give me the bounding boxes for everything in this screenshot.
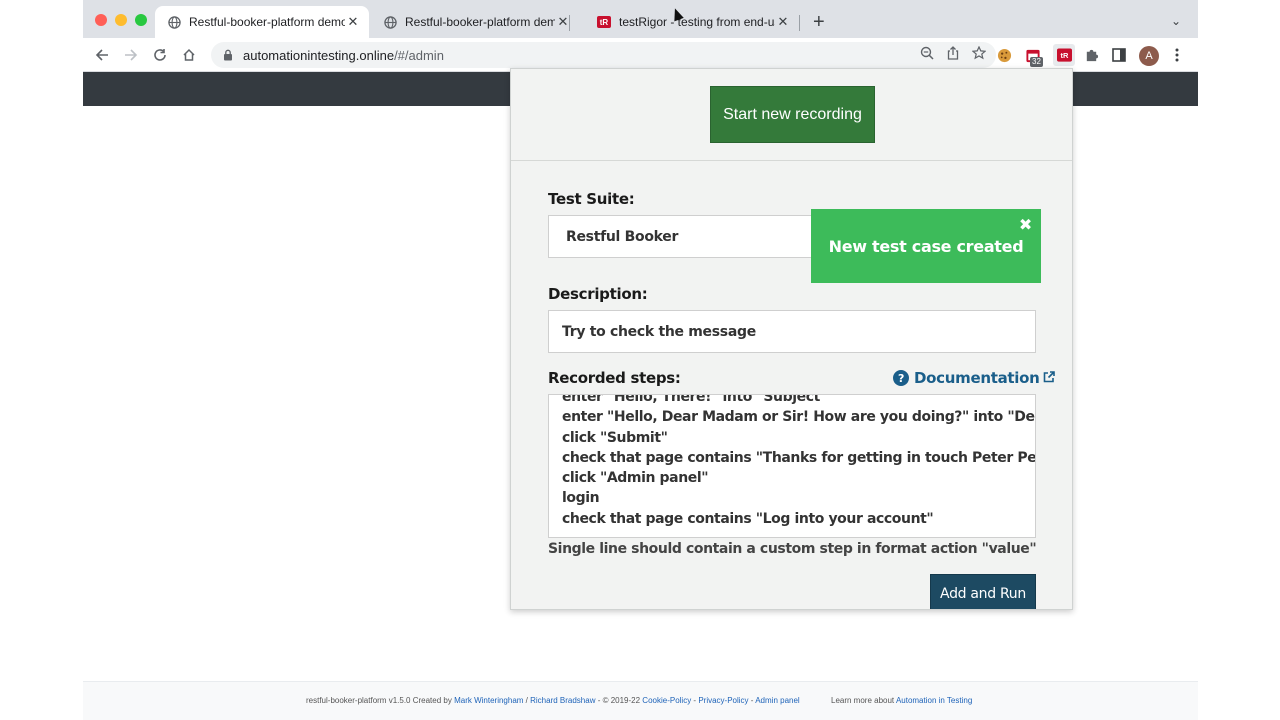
bookmark-star-icon[interactable] xyxy=(971,45,987,63)
window-maximize-button[interactable] xyxy=(135,14,147,26)
success-toast: New test case created ✖ xyxy=(811,209,1041,283)
test-suite-value: Restful Booker xyxy=(566,228,679,245)
extension-count-badge: 32 xyxy=(1030,57,1043,67)
window-close-button[interactable] xyxy=(95,14,107,26)
toast-message: New test case created xyxy=(828,236,1024,256)
step-line: click "Admin panel" xyxy=(562,470,709,487)
footer-copyright: - © 2019-22 xyxy=(595,696,643,705)
testrigor-favicon-icon: tR xyxy=(597,15,611,29)
footer-learn-more: Learn more about Automation in Testing xyxy=(831,696,972,705)
footer-link-cookie[interactable]: Cookie-Policy xyxy=(642,696,691,705)
cookie-extension-icon[interactable] xyxy=(995,46,1013,64)
step-line: check that page contains "Log into your … xyxy=(562,510,934,527)
toast-close-icon[interactable]: ✖ xyxy=(1019,215,1032,234)
url-host: automationintesting.online xyxy=(243,47,395,63)
zoom-icon[interactable] xyxy=(920,46,934,63)
lock-icon xyxy=(221,49,235,61)
test-suite-field[interactable]: Restful Booker xyxy=(548,215,848,258)
step-line: click "Submit" xyxy=(562,429,668,446)
description-value: Try to check the message xyxy=(562,323,756,340)
question-circle-icon: ? xyxy=(893,370,909,386)
puzzle-extensions-icon[interactable] xyxy=(1082,46,1100,64)
tab-title: Restful-booker-platform demo xyxy=(189,15,345,29)
footer-link-author1[interactable]: Mark Winteringham xyxy=(454,696,523,705)
footer-prefix: restful-booker-platform v1.5.0 Created b… xyxy=(306,696,455,705)
footer-credits: restful-booker-platform v1.5.0 Created b… xyxy=(306,696,800,705)
start-new-recording-button[interactable]: Start new recording xyxy=(710,86,875,143)
close-icon[interactable]: ✕ xyxy=(345,14,361,30)
step-line: check that page contains "Thanks for get… xyxy=(562,449,1036,466)
step-line: enter "Hello, There!" into "Subject" xyxy=(562,394,827,405)
tab-title: Restful-booker-platform demo xyxy=(405,15,555,29)
url-path: /#/admin xyxy=(394,47,444,63)
steps-hint: Single line should contain a custom step… xyxy=(548,541,1037,557)
tab-testrigor[interactable]: tR testRigor - testing from end-us ✕ xyxy=(585,6,799,38)
testrigor-logo: tR xyxy=(597,16,611,28)
footer-link-ait[interactable]: Automation in Testing xyxy=(896,696,972,705)
test-suite-label: Test Suite: xyxy=(548,190,635,208)
share-icon[interactable] xyxy=(946,46,960,63)
omnibox-actions xyxy=(920,45,987,63)
side-panel-icon[interactable] xyxy=(1110,46,1128,64)
tab-restful-booker-2[interactable]: Restful-booker-platform demo ✕ xyxy=(371,6,579,38)
steps-list: enter "Hello, There!" into "Subject" ent… xyxy=(562,394,1036,529)
reload-icon[interactable] xyxy=(151,46,169,64)
recorded-steps-label: Recorded steps: xyxy=(548,369,681,387)
tab-restful-booker-1[interactable]: Restful-booker-platform demo ✕ xyxy=(155,6,369,38)
footer-link-admin[interactable]: Admin panel xyxy=(755,696,799,705)
page-footer: restful-booker-platform v1.5.0 Created b… xyxy=(83,681,1198,720)
step-line: enter "Hello, Dear Madam or Sir! How are… xyxy=(562,409,1035,426)
close-icon[interactable]: ✕ xyxy=(775,14,791,30)
recorded-steps-textarea[interactable]: enter "Hello, There!" into "Subject" ent… xyxy=(548,394,1036,538)
new-tab-button[interactable]: + xyxy=(813,12,825,32)
home-icon[interactable] xyxy=(180,46,198,64)
add-and-run-button[interactable]: Add and Run xyxy=(930,574,1036,609)
globe-icon xyxy=(167,15,181,29)
description-field[interactable]: Try to check the message xyxy=(548,310,1036,353)
testrigor-popup: Start new recording Test Suite: Restful … xyxy=(510,68,1073,610)
external-link-icon xyxy=(1043,370,1055,386)
globe-icon xyxy=(383,15,397,29)
popup-header: Start new recording xyxy=(511,69,1072,161)
back-arrow-icon[interactable] xyxy=(93,46,111,64)
testrigor-extension-icon[interactable]: tR xyxy=(1053,44,1075,66)
footer-learn-text: Learn more about xyxy=(831,696,896,705)
window-minimize-button[interactable] xyxy=(115,14,127,26)
tab-bar: Restful-booker-platform demo ✕ Restful-b… xyxy=(83,0,1198,38)
profile-avatar[interactable]: A xyxy=(1139,46,1159,66)
footer-link-privacy[interactable]: Privacy-Policy xyxy=(698,696,748,705)
forward-arrow-icon[interactable] xyxy=(122,46,140,64)
url-text: automationintesting.online/#/admin xyxy=(243,48,444,63)
tab-title: testRigor - testing from end-us xyxy=(619,15,775,29)
footer-link-author2[interactable]: Richard Bradshaw xyxy=(530,696,595,705)
address-bar[interactable]: automationintesting.online/#/admin xyxy=(211,42,996,68)
documentation-link-text: Documentation xyxy=(914,369,1040,387)
step-line: login xyxy=(562,490,600,507)
documentation-link[interactable]: ? Documentation xyxy=(893,369,1055,387)
tab-separator xyxy=(569,15,570,31)
tab-search-button[interactable]: ⌄ xyxy=(1171,14,1181,28)
svg-text:tR: tR xyxy=(1060,51,1068,60)
tab-separator xyxy=(799,15,800,31)
description-label: Description: xyxy=(548,285,648,303)
browser-menu-icon[interactable] xyxy=(1168,46,1186,64)
